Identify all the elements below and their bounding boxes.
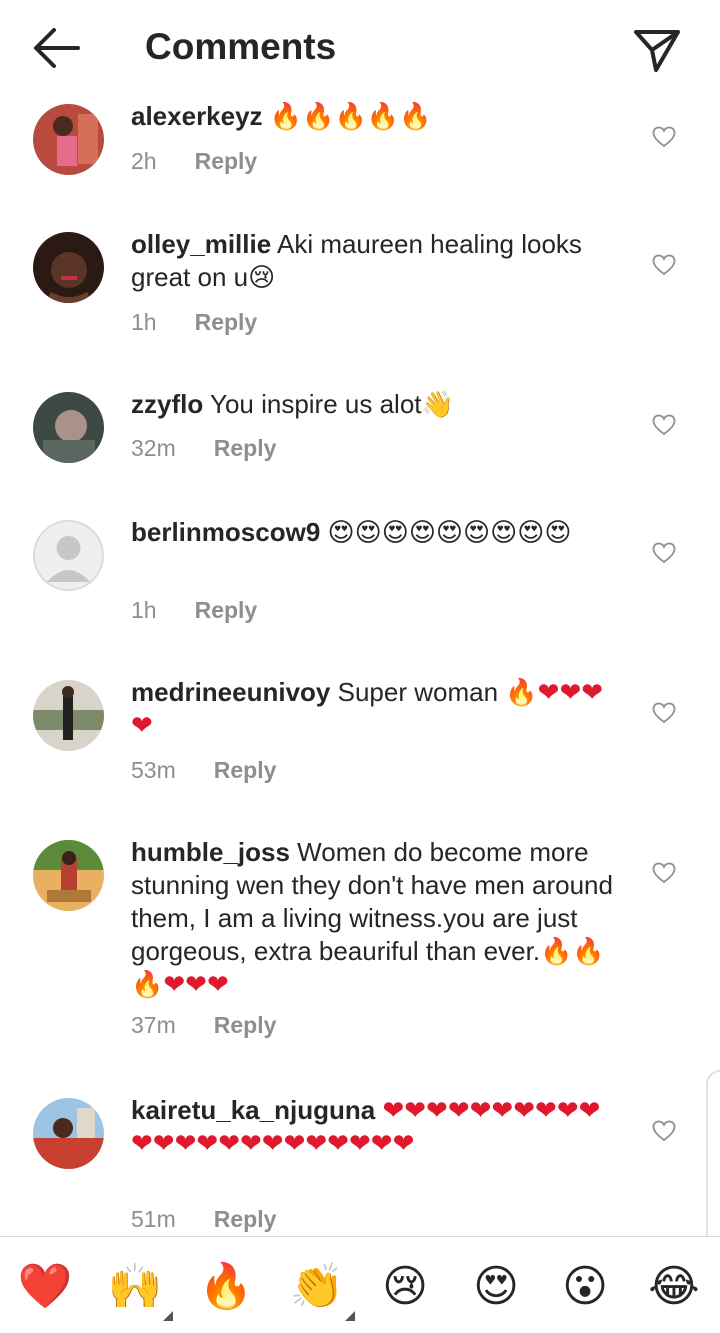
heart-outline-icon[interactable] [652, 254, 676, 276]
avatar[interactable] [33, 680, 104, 751]
comment-meta: 2h Reply [131, 148, 257, 175]
comment-body: kairetu_ka_njuguna ❤❤❤❤❤❤❤❤❤❤❤❤❤❤❤❤❤❤❤❤❤… [131, 1094, 621, 1160]
comment-meta: 1h Reply [131, 309, 257, 336]
heart-outline-icon[interactable] [652, 126, 676, 148]
comment-meta: 53m Reply [131, 757, 276, 784]
page-title: Comments [145, 26, 337, 67]
comment-body: alexerkeyz 🔥🔥🔥🔥🔥 [131, 100, 621, 133]
heart-eyes-emoji-button[interactable]: 😍 [468, 1259, 524, 1315]
avatar[interactable] [33, 520, 104, 591]
comment-body: medrineeunivoy Super woman 🔥❤❤❤❤ [131, 676, 621, 742]
comment-time: 1h [131, 309, 157, 335]
comment-body: berlinmoscow9 😍😍😍😍😍😍😍😍😍 [131, 516, 621, 549]
heart-outline-icon[interactable] [652, 702, 676, 724]
comment-username[interactable]: kairetu_ka_njuguna [131, 1095, 375, 1125]
reply-button[interactable]: Reply [195, 597, 258, 623]
comment-body: zzyflo You inspire us alot👋 [131, 388, 621, 421]
avatar[interactable] [33, 104, 104, 175]
comment-time: 2h [131, 148, 157, 174]
clapping-hands-emoji-button[interactable]: 👏 [289, 1259, 355, 1321]
reply-button[interactable]: Reply [214, 757, 277, 783]
comment-username[interactable]: alexerkeyz [131, 101, 263, 131]
avatar[interactable] [33, 392, 104, 463]
heart-outline-icon[interactable] [652, 1120, 676, 1142]
reply-button[interactable]: Reply [214, 1012, 277, 1038]
comment-time: 37m [131, 1012, 176, 1038]
heart-outline-icon[interactable] [652, 862, 676, 884]
heart-outline-icon[interactable] [652, 414, 676, 436]
comment-body: olley_millie Aki maureen healing looks g… [131, 228, 621, 294]
avatar[interactable] [33, 1098, 104, 1169]
comment-username[interactable]: medrineeunivoy [131, 677, 330, 707]
reply-button[interactable]: Reply [214, 1206, 277, 1232]
comment-username[interactable]: olley_millie [131, 229, 271, 259]
reply-button[interactable]: Reply [195, 309, 258, 335]
comment-time: 32m [131, 435, 176, 461]
fire-emoji-button[interactable]: 🔥 [198, 1259, 254, 1315]
comments-list[interactable]: alexerkeyz 🔥🔥🔥🔥🔥 2h Reply olley_millie Ak… [0, 96, 720, 1236]
comment-text: 🔥🔥🔥🔥🔥 [262, 101, 432, 131]
header-bar: Comments [0, 0, 720, 96]
comment-meta: 1h Reply [131, 597, 257, 624]
reply-button[interactable]: Reply [214, 435, 277, 461]
arrow-left-icon[interactable] [30, 26, 82, 70]
comment-username[interactable]: humble_joss [131, 837, 290, 867]
red-heart-emoji-button[interactable]: ❤️ [17, 1259, 73, 1315]
comment-meta: 51m Reply [131, 1206, 276, 1233]
comment-username[interactable]: zzyflo [131, 389, 203, 419]
comment-text: You inspire us alot👋 [203, 389, 454, 419]
avatar[interactable] [33, 840, 104, 911]
comment-meta: 32m Reply [131, 435, 276, 462]
comment-time: 1h [131, 597, 157, 623]
clapping-hands-emoji: 👏 [289, 1262, 345, 1311]
avatar[interactable] [33, 232, 104, 303]
comment-username[interactable]: berlinmoscow9 [131, 517, 320, 547]
comment-time: 51m [131, 1206, 176, 1232]
comment-text: 😍😍😍😍😍😍😍😍😍 [320, 517, 572, 547]
more-options-indicator-icon [163, 1311, 173, 1321]
reply-button[interactable]: Reply [195, 148, 258, 174]
laughing-tears-emoji-button[interactable]: 😂 [646, 1259, 702, 1315]
raising-hands-emoji-button[interactable]: 🙌 [107, 1259, 173, 1321]
quick-reaction-bar: ❤️ 🙌 🔥 👏 😢 😍 😮 😂 [0, 1236, 720, 1333]
crying-face-emoji-button[interactable]: 😢 [377, 1259, 433, 1315]
heart-outline-icon[interactable] [652, 542, 676, 564]
comment-time: 53m [131, 757, 176, 783]
surprised-face-emoji-button[interactable]: 😮 [557, 1259, 613, 1315]
raising-hands-emoji: 🙌 [107, 1262, 163, 1311]
more-options-indicator-icon [345, 1311, 355, 1321]
paper-plane-icon[interactable] [630, 24, 684, 74]
comment-meta: 37m Reply [131, 1012, 276, 1039]
comment-body: humble_joss Women do become more stunnin… [131, 836, 621, 1001]
